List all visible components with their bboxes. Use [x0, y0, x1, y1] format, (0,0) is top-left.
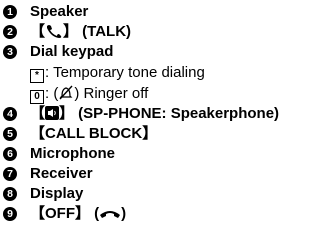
item-label: 【OFF】 () — [30, 204, 126, 226]
list-item: 4 【】 (SP-PHONE: Speakerphone) — [3, 104, 329, 124]
item-number-badge: 4 — [3, 107, 17, 121]
item-number-badge: 7 — [3, 167, 17, 181]
list-item: 5 【CALL BLOCK】 — [3, 124, 329, 144]
item-label: Dial keypad — [30, 43, 114, 60]
list-item: 6 Microphone — [3, 144, 329, 164]
bracket-open: 【 — [30, 105, 46, 122]
bracket-open: 【 — [30, 23, 46, 40]
list-item: 7 Receiver — [3, 164, 329, 184]
item-label-text: 】 (TALK) — [63, 23, 132, 40]
sub-item-description: : Temporary tone dialing — [45, 64, 205, 81]
sub-item: 0: ( ) Ringer off — [3, 83, 329, 104]
list-item: 2 【】 (TALK) — [3, 22, 329, 42]
item-label: 【CALL BLOCK】 — [30, 125, 158, 142]
item-label-close: ) — [121, 205, 127, 222]
list-item: 1 Speaker — [3, 2, 329, 22]
item-number-badge: 5 — [3, 127, 17, 141]
asterisk-key-icon: * — [30, 69, 44, 83]
item-label: Display — [30, 185, 84, 202]
sub-item-description-end: ) Ringer off — [74, 85, 149, 102]
item-number-badge: 9 — [3, 207, 17, 221]
item-label: Microphone — [30, 145, 115, 162]
item-label-text: 【OFF】 ( — [30, 205, 100, 222]
item-label-text: 】 (SP-PHONE: Speakerphone) — [59, 105, 280, 122]
item-label: Speaker — [30, 3, 89, 20]
list-item: 8 Display — [3, 184, 329, 204]
item-label: 【】 (SP-PHONE: Speakerphone) — [30, 104, 279, 126]
item-number-badge: 6 — [3, 147, 17, 161]
list-item: 3 Dial keypad — [3, 42, 329, 62]
sub-item: *: Temporary tone dialing — [3, 62, 329, 83]
list-item: 9 【OFF】 () — [3, 204, 329, 224]
speakerphone-icon — [45, 106, 60, 126]
sub-item-text: 0: ( ) Ringer off — [30, 83, 148, 106]
item-number-badge: 8 — [3, 187, 17, 201]
parts-list: 1 Speaker 2 【】 (TALK) 3 Dial keypad *: T… — [3, 2, 329, 224]
talk-handset-icon — [45, 24, 63, 44]
sub-item-text: *: Temporary tone dialing — [30, 62, 205, 83]
item-number-badge: 2 — [3, 25, 17, 39]
ringer-off-icon — [58, 85, 74, 106]
item-label: 【】 (TALK) — [30, 22, 131, 44]
item-number-badge: 1 — [3, 5, 17, 19]
item-number-badge: 3 — [3, 45, 17, 59]
item-label: Receiver — [30, 165, 93, 182]
off-handset-icon — [99, 206, 121, 226]
zero-key-icon: 0 — [30, 90, 44, 104]
sub-item-description-start: : ( — [45, 85, 59, 102]
